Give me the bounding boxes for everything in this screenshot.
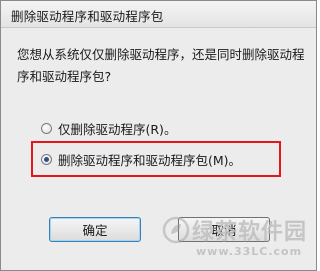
red-highlight-box: [31, 141, 281, 177]
ok-button[interactable]: 确定: [49, 217, 141, 242]
watermark-url: www.33LC.com: [196, 245, 303, 258]
dialog-title: 删除驱动程序和驱动程序包: [11, 9, 164, 24]
radio-option-driver-only[interactable]: 仅删除驱动程序(R)。: [41, 118, 176, 138]
message-line-2: 序和驱动程序包?: [17, 69, 112, 84]
message-line-1: 您想从系统仅仅删除驱动程序，还是同时删除驱动程: [17, 47, 305, 62]
dialog-message: 您想从系统仅仅删除驱动程序，还是同时删除驱动程 序和驱动程序包?: [17, 44, 307, 88]
uninstall-driver-dialog: 删除驱动程序和驱动程序包 您想从系统仅仅删除驱动程序，还是同时删除驱动程 序和驱…: [0, 0, 317, 271]
radio-button-driver-only[interactable]: [41, 122, 52, 134]
radio-label-driver-only[interactable]: 仅删除驱动程序(R)。: [58, 119, 176, 138]
title-bar[interactable]: 删除驱动程序和驱动程序包: [1, 1, 316, 28]
cancel-button[interactable]: 取消: [178, 217, 270, 242]
